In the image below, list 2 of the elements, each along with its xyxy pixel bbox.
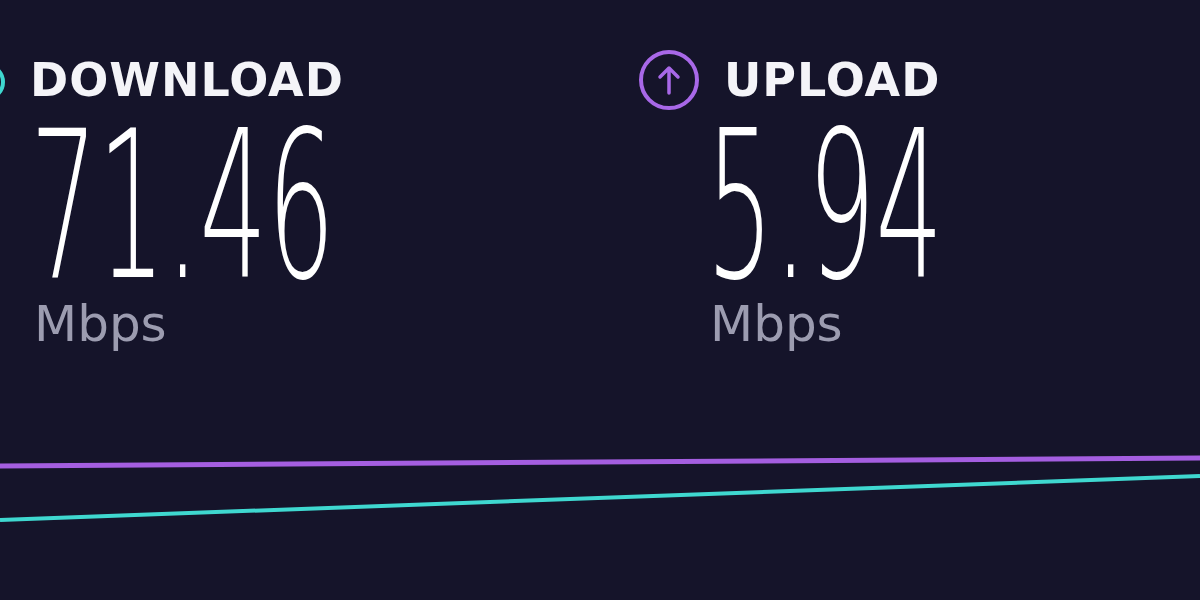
download-label: DOWNLOAD [30,57,344,103]
upload-label: UPLOAD [724,57,941,103]
